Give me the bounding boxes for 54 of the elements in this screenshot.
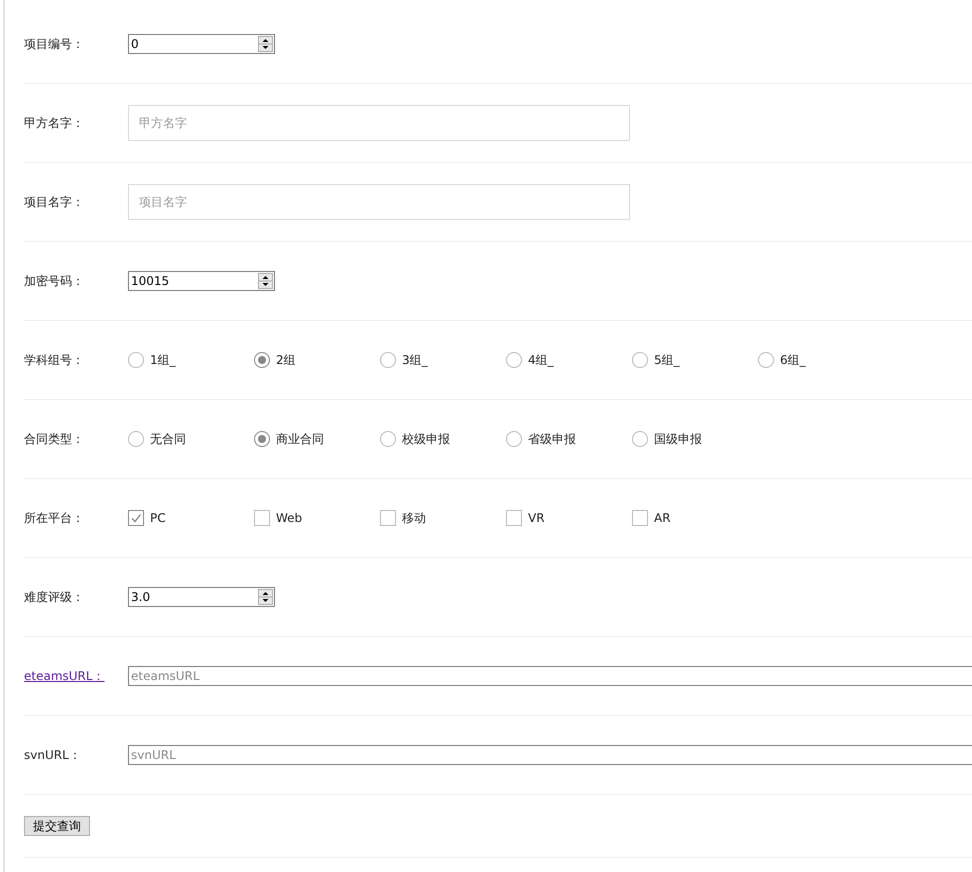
option-label: Web xyxy=(276,511,302,525)
radio-button[interactable] xyxy=(632,431,648,447)
url-field[interactable]: svnURL xyxy=(128,745,972,765)
field-label: 合同类型： xyxy=(24,432,84,446)
radio-button[interactable] xyxy=(380,431,396,447)
radio-button[interactable] xyxy=(128,352,144,368)
option-label: 3组_ xyxy=(402,352,428,368)
field-label: 项目编号： xyxy=(24,36,84,50)
radio-button[interactable] xyxy=(758,352,774,368)
radio-button[interactable] xyxy=(506,352,522,368)
number-field[interactable]: 3.0 xyxy=(128,587,275,607)
field-label: 项目名字： xyxy=(24,194,84,208)
option-label: 2组 xyxy=(276,352,296,368)
checkbox[interactable] xyxy=(632,510,648,526)
text-field[interactable]: 甲方名字 xyxy=(128,105,630,141)
option-label: 商业合同 xyxy=(276,430,324,448)
number-field[interactable]: 10015 xyxy=(128,271,275,291)
radio-button[interactable] xyxy=(254,352,270,368)
submit-button[interactable]: 提交查询 xyxy=(24,816,90,836)
option-label: PC xyxy=(150,511,166,525)
radio-button[interactable] xyxy=(128,431,144,447)
option-label: 移动 xyxy=(402,510,426,526)
option-label: 4组_ xyxy=(528,352,554,368)
option-label: 1组_ xyxy=(150,352,176,368)
option-label: 6组_ xyxy=(780,352,806,368)
option-label: 校级申报 xyxy=(402,430,450,448)
field-label: 难度评级： xyxy=(24,590,84,604)
checkbox[interactable] xyxy=(128,510,144,526)
number-field[interactable]: 0 xyxy=(128,34,275,54)
field-label: 所在平台： xyxy=(24,510,84,524)
radio-button[interactable] xyxy=(506,431,522,447)
checkbox[interactable] xyxy=(506,510,522,526)
field-label: svnURL： xyxy=(24,748,81,762)
option-label: 省级申报 xyxy=(528,430,576,448)
option-label: VR xyxy=(528,511,545,525)
option-label: 无合同 xyxy=(150,430,186,448)
checkbox[interactable] xyxy=(380,510,396,526)
tick-icon xyxy=(130,512,142,524)
spinner-icon[interactable] xyxy=(258,36,273,52)
radio-button[interactable] xyxy=(380,352,396,368)
field-label: 学科组号： xyxy=(24,352,84,366)
option-label: AR xyxy=(654,511,671,525)
field-label: 甲方名字： xyxy=(24,116,84,130)
radio-button[interactable] xyxy=(632,352,648,368)
spinner-icon[interactable] xyxy=(258,589,273,605)
url-field[interactable]: eteamsURL xyxy=(128,666,972,686)
checkbox[interactable] xyxy=(254,510,270,526)
option-label: 国级申报 xyxy=(654,430,702,448)
text-field[interactable]: 项目名字 xyxy=(128,184,630,220)
spinner-icon[interactable] xyxy=(258,273,273,289)
option-label: 5组_ xyxy=(654,352,680,368)
field-label: 加密号码： xyxy=(24,274,84,288)
radio-button[interactable] xyxy=(254,431,270,447)
field-label-link[interactable]: eteamsURL： xyxy=(24,668,111,682)
